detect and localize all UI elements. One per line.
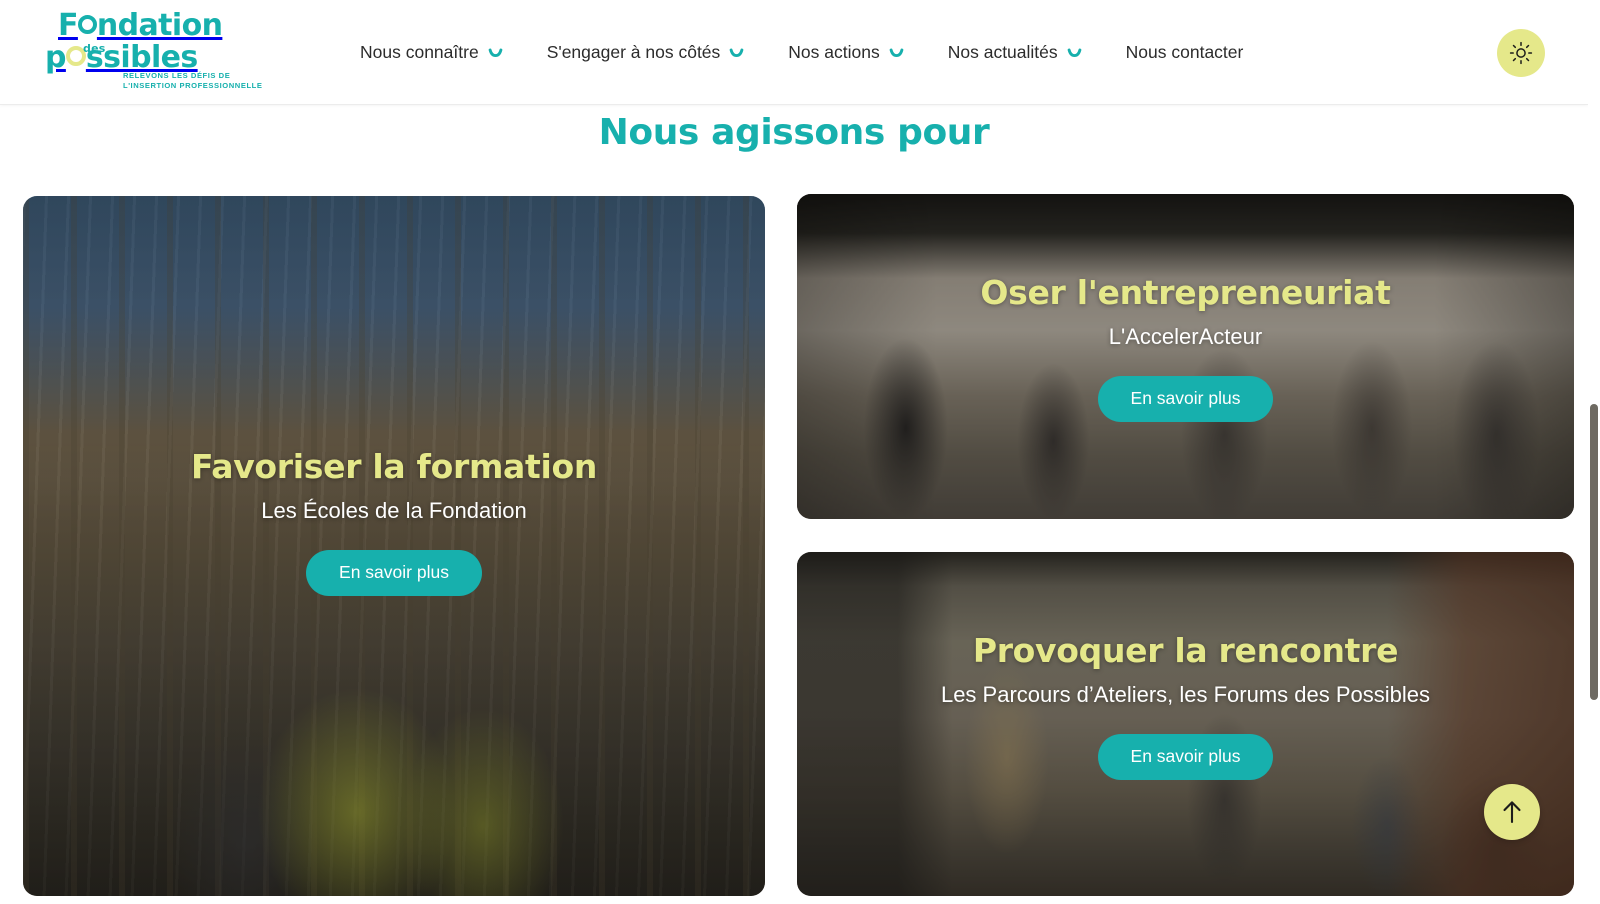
nav-label: Nos actualités <box>947 42 1058 62</box>
logo-tagline-line-1: RELEVONS LES DÉFIS DE <box>123 71 231 80</box>
page-title: Nous agissons pour <box>598 112 990 153</box>
logo-tagline: RELEVONS LES DÉFIS DE L'INSERTION PROFES… <box>123 71 262 92</box>
nav-item-nous-connaitre[interactable]: Nous connaître <box>360 34 503 71</box>
logo-des-text: des <box>83 42 106 55</box>
en-savoir-plus-button-formation[interactable]: En savoir plus <box>306 550 482 596</box>
card-title: Favoriser la formation <box>190 447 598 486</box>
nav-label: Nous contacter <box>1125 42 1244 62</box>
logo-o-ring-teal <box>77 15 97 34</box>
primary-navigation: Nous connaître S'engager à nos côtés Nos… <box>360 0 1243 105</box>
arrow-up-icon <box>1503 801 1521 824</box>
logo-line-2: p ssibles <box>45 40 198 75</box>
card-oser-l-entrepreneuriat[interactable]: Oser l'entrepreneuriat L'AccelerActeur E… <box>797 194 1574 519</box>
card-favoriser-la-formation[interactable]: Favoriser la formation Les Écoles de la … <box>23 196 765 896</box>
en-savoir-plus-button-entrepreneuriat[interactable]: En savoir plus <box>1097 376 1274 422</box>
page-scrollbar-thumb[interactable] <box>1590 404 1598 700</box>
logo-tagline-line-2: L'INSERTION PROFESSIONNELLE <box>123 81 263 91</box>
card-subtitle: Les Écoles de la Fondation <box>261 497 527 523</box>
chevron-down-icon <box>488 48 503 57</box>
nav-item-nous-contacter[interactable]: Nous contacter <box>1126 34 1244 71</box>
nav-label: S'engager à nos côtés <box>546 42 721 62</box>
nav-label: Nous connaître <box>360 42 479 62</box>
scroll-to-top-button[interactable] <box>1484 784 1540 840</box>
theme-toggle-button[interactable] <box>1497 29 1545 77</box>
page-root: Fndation p ssibles des RELEVONS LES DÉFIS… <box>0 0 1600 904</box>
card-content: Oser l'entrepreneuriat L'AccelerActeur E… <box>797 274 1574 422</box>
chevron-down-icon <box>1067 48 1081 57</box>
chevron-down-icon <box>729 48 744 57</box>
card-subtitle: L'AccelerActeur <box>1108 323 1263 349</box>
nav-label: Nos actions <box>788 42 880 62</box>
en-savoir-plus-button-rencontre[interactable]: En savoir plus <box>1097 734 1274 780</box>
card-content: Provoquer la rencontre Les Parcours d’At… <box>797 632 1574 780</box>
card-subtitle: Les Parcours d’Ateliers, les Forums des … <box>940 681 1431 707</box>
chevron-down-icon <box>889 48 904 57</box>
site-logo[interactable]: Fndation p ssibles des RELEVONS LES DÉFIS… <box>45 8 262 95</box>
nav-item-nos-actions[interactable]: Nos actions <box>788 34 904 71</box>
card-content: Favoriser la formation Les Écoles de la … <box>23 448 765 596</box>
nav-item-nos-actualites[interactable]: Nos actualités <box>948 34 1082 71</box>
card-title: Provoquer la rencontre <box>972 631 1399 670</box>
site-header: Fndation p ssibles des RELEVONS LES DÉFIS… <box>0 0 1588 105</box>
logo-line-1: Fndation <box>58 8 223 43</box>
card-title: Oser l'entrepreneuriat <box>980 273 1391 312</box>
nav-item-s-engager[interactable]: S'engager à nos côtés <box>547 34 745 71</box>
sun-icon <box>1509 41 1533 65</box>
card-provoquer-la-rencontre[interactable]: Provoquer la rencontre Les Parcours d’At… <box>797 552 1574 896</box>
